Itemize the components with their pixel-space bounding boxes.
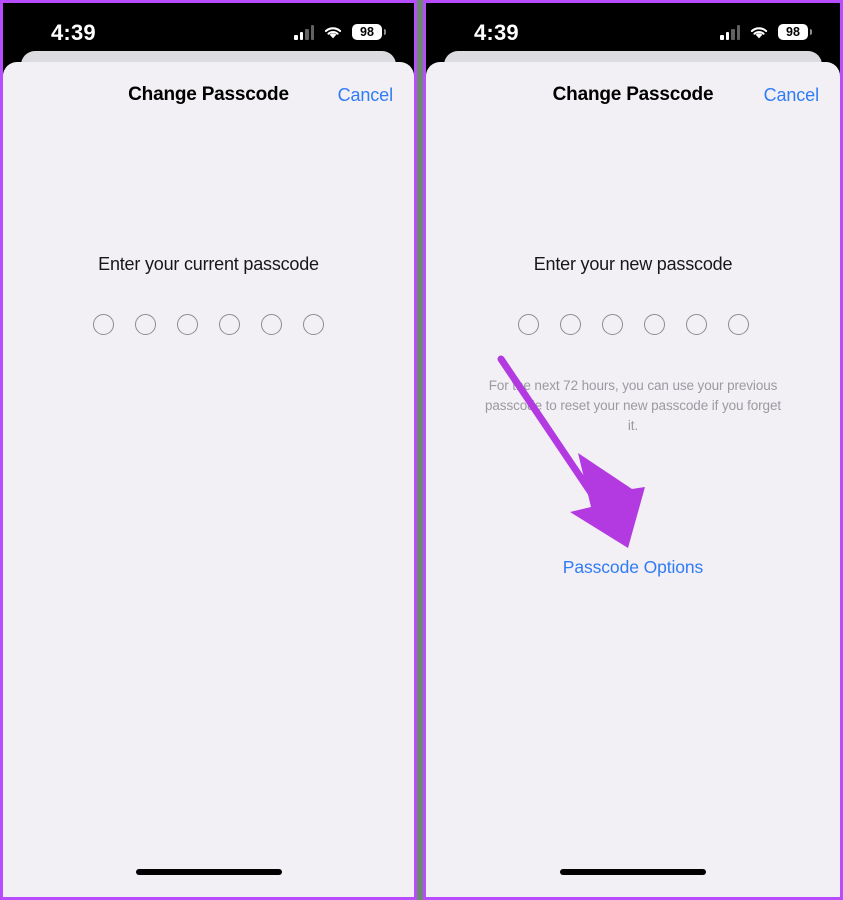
passcode-dot[interactable] (559, 314, 581, 335)
battery-icon: 98 (352, 24, 386, 40)
passcode-dot[interactable] (517, 314, 539, 335)
passcode-hint-text: For the next 72 hours, you can use your … (484, 378, 782, 433)
passcode-dot[interactable] (727, 314, 749, 335)
status-indicators: 98 (294, 21, 386, 43)
passcode-options-link[interactable]: Passcode Options (426, 557, 840, 578)
battery-cap (383, 29, 386, 35)
passcode-dots-right[interactable] (426, 314, 840, 335)
change-passcode-sheet-left: Change Passcode Cancel Enter your curren… (3, 62, 414, 897)
passcode-dot[interactable] (303, 314, 324, 335)
wifi-icon (749, 25, 769, 40)
passcode-dot[interactable] (177, 314, 198, 335)
battery-percent-label: 98 (352, 24, 382, 40)
passcode-dot[interactable] (93, 314, 114, 335)
status-clock: 4:39 (51, 20, 96, 45)
status-indicators: 98 (720, 21, 812, 43)
passcode-dot[interactable] (643, 314, 665, 335)
battery-cap (809, 29, 812, 35)
home-indicator[interactable] (560, 869, 706, 875)
status-clock: 4:39 (474, 20, 519, 45)
battery-icon: 98 (778, 24, 812, 40)
passcode-dot[interactable] (685, 314, 707, 335)
phone-panel-right: 4:39 98 Change Passcode Cancel Enter you… (423, 0, 843, 900)
change-passcode-sheet-right: Change Passcode Cancel Enter your new pa… (426, 62, 840, 897)
cancel-button[interactable]: Cancel (764, 85, 820, 106)
passcode-dot[interactable] (261, 314, 282, 335)
sheet-header-right: Change Passcode Cancel (426, 62, 840, 134)
passcode-prompt: Enter your new passcode (533, 254, 733, 274)
passcode-dots-left[interactable] (3, 314, 414, 335)
battery-percent-label: 98 (778, 24, 808, 40)
screenshot-stage: 4:39 98 Change Passcode Cancel Enter you… (0, 0, 843, 900)
cancel-button[interactable]: Cancel (338, 85, 394, 106)
passcode-prompt: Enter your current passcode (98, 254, 319, 274)
home-indicator[interactable] (135, 869, 282, 875)
passcode-dot[interactable] (601, 314, 623, 335)
sheet-header-left: Change Passcode Cancel (3, 62, 414, 134)
passcode-dot[interactable] (219, 314, 240, 335)
wifi-icon (323, 25, 343, 40)
cellular-signal-icon (720, 24, 740, 40)
passcode-dot[interactable] (135, 314, 156, 335)
cellular-signal-icon (294, 24, 314, 40)
phone-panel-left: 4:39 98 Change Passcode Cancel Enter you… (0, 0, 417, 900)
